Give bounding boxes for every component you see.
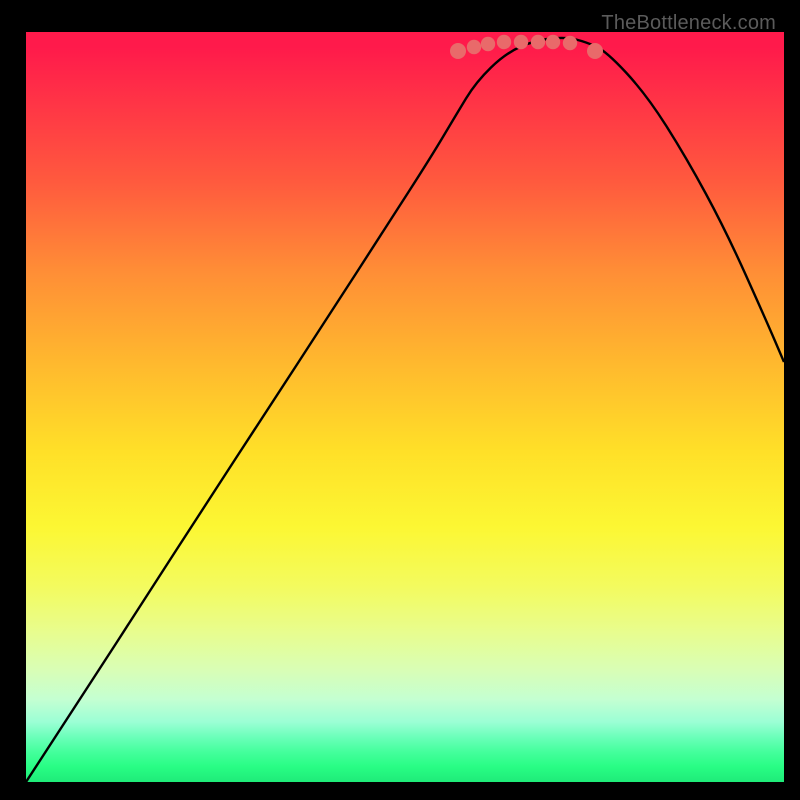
curve-marker <box>531 35 545 49</box>
curve-marker <box>563 36 577 50</box>
curve-marker <box>546 35 560 49</box>
curve-marker <box>514 35 528 49</box>
curve-marker <box>587 43 603 59</box>
curve-marker <box>497 35 511 49</box>
curve-path <box>26 38 784 782</box>
watermark-text: TheBottleneck.com <box>601 12 776 35</box>
bottleneck-curve <box>26 38 784 782</box>
chart-frame: TheBottleneck.com <box>12 12 788 788</box>
curve-marker <box>481 37 495 51</box>
curve-marker <box>450 43 466 59</box>
curve-marker <box>467 40 481 54</box>
curve-layer <box>26 32 784 782</box>
marker-group <box>450 35 603 59</box>
plot-area <box>26 32 784 782</box>
